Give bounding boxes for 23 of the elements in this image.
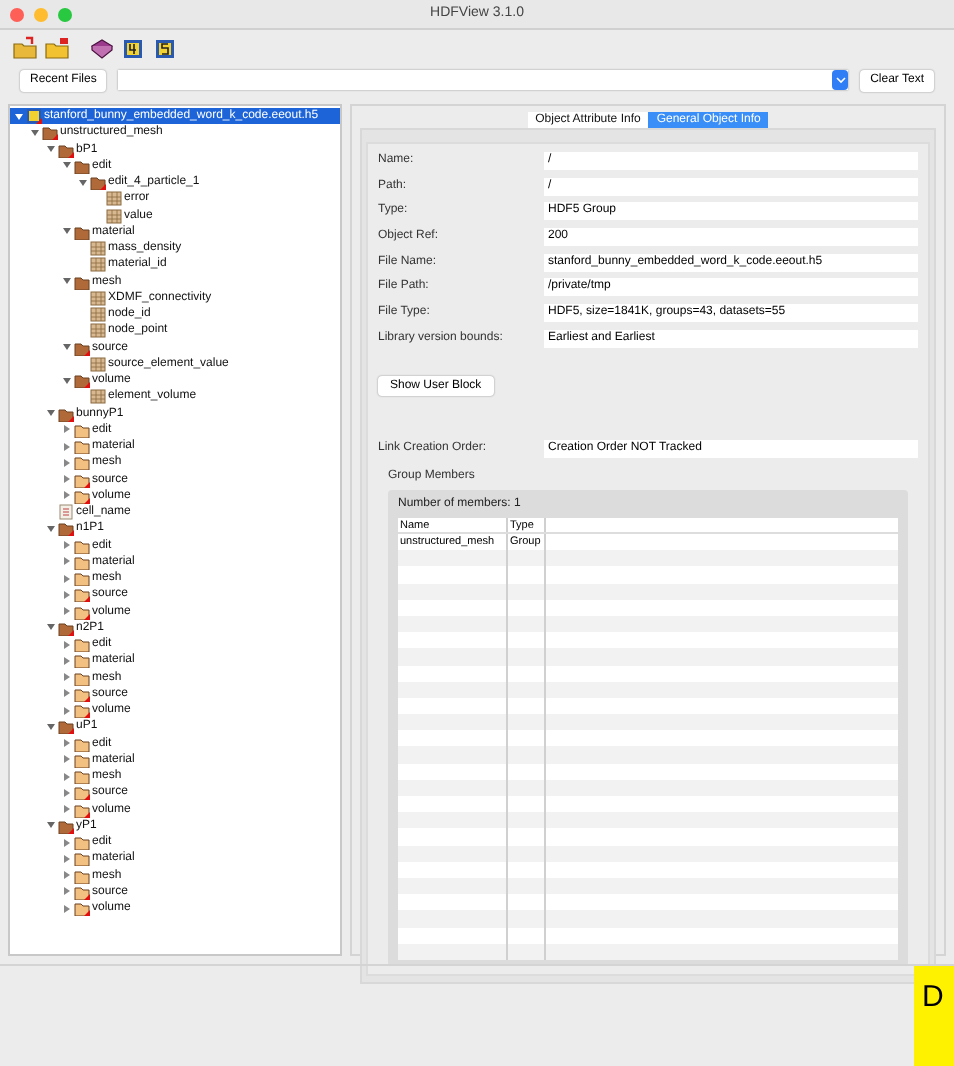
file-five-icon <box>26 108 42 125</box>
dropdown-icon[interactable] <box>832 70 849 90</box>
expanded-icon[interactable] <box>46 721 56 732</box>
file-four-icon[interactable] <box>120 35 146 61</box>
file-five-icon[interactable] <box>152 35 178 61</box>
folder-icon <box>74 372 90 389</box>
expanded-icon[interactable] <box>62 226 72 237</box>
close-icon[interactable] <box>10 8 24 22</box>
maximize-icon[interactable] <box>58 8 72 22</box>
folder-icon <box>74 223 90 240</box>
file-path-field[interactable] <box>118 70 849 90</box>
folder-icon <box>74 273 90 290</box>
document-icon <box>58 504 74 521</box>
folder-icon[interactable] <box>44 35 70 61</box>
table-icon <box>90 355 106 372</box>
folder-icon <box>74 339 90 356</box>
table-icon <box>90 388 106 405</box>
open-folder-icon[interactable] <box>12 35 38 61</box>
book-icon[interactable] <box>88 35 114 61</box>
expanded-icon[interactable] <box>46 820 56 831</box>
expanded-icon[interactable] <box>46 622 56 633</box>
expanded-icon[interactable] <box>46 523 56 534</box>
status-badge: D <box>914 966 954 1066</box>
